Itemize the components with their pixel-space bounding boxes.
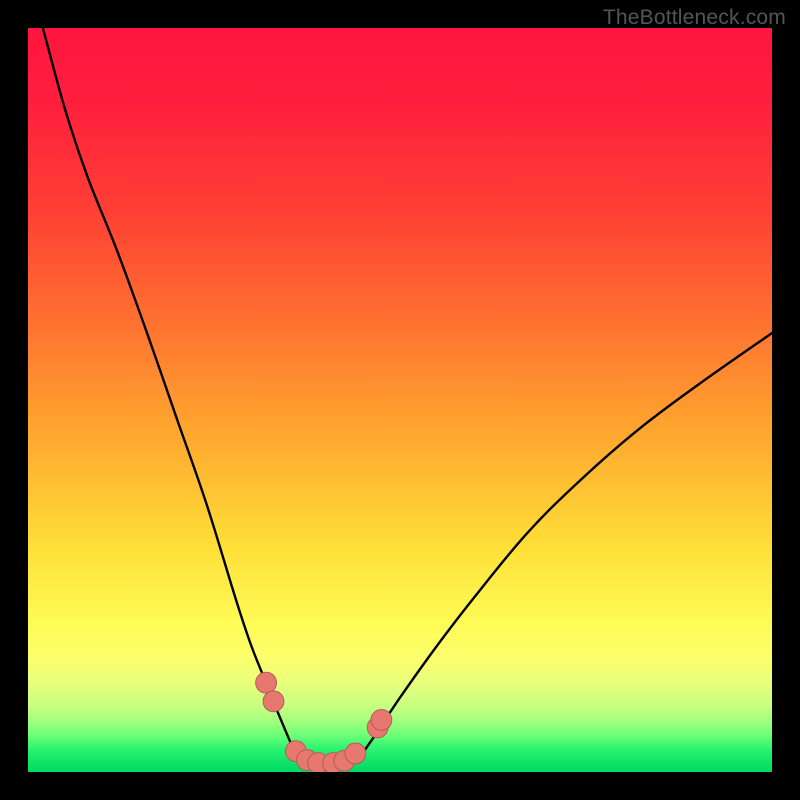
curve-marker-0 — [256, 672, 277, 693]
curve-marker-7 — [345, 743, 366, 764]
bottleneck-curve — [43, 28, 772, 765]
curve-marker-9 — [371, 710, 392, 731]
curve-marker-1 — [263, 691, 284, 712]
curve-layer — [28, 28, 772, 772]
chart-frame: TheBottleneck.com — [0, 0, 800, 800]
plot-gradient-area — [28, 28, 772, 772]
curve-markers — [256, 672, 392, 772]
watermark-label: TheBottleneck.com — [603, 6, 786, 30]
